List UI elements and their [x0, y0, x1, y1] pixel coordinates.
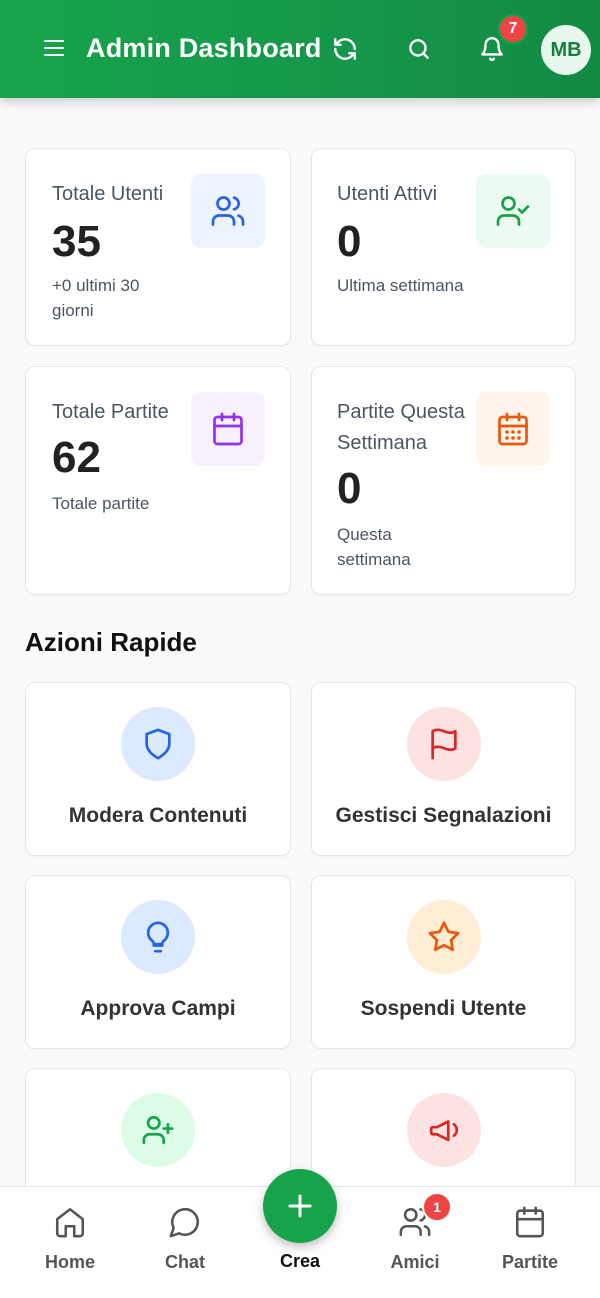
stat-sub: Totale partite	[52, 494, 150, 513]
stat-sub: +0 ultimi 30 giorni	[52, 276, 140, 320]
stat-label: Totale Partite	[52, 401, 169, 423]
stat-sub: Questa settimana	[337, 525, 411, 569]
shield-icon	[121, 707, 195, 781]
calendar-icon	[191, 392, 265, 466]
action-approve-fields[interactable]: Approva Campi	[25, 875, 291, 1049]
stat-value: 35	[52, 217, 101, 266]
stat-card-weekly-matches: Partite Questa Settimana 0 Questa settim…	[311, 366, 576, 595]
stat-sub: Ultima settimana	[337, 276, 464, 295]
create-button[interactable]	[263, 1169, 337, 1243]
stat-label: Utenti Attivi	[337, 183, 438, 205]
action-label: Modera Contenuti	[68, 804, 248, 827]
calendar-icon	[515, 1206, 545, 1238]
page-title: Admin Dashboard	[86, 33, 322, 63]
home-icon	[55, 1207, 85, 1238]
action-label: Gestisci Segnalazioni	[335, 804, 552, 827]
stat-label: Partite Questa Settimana	[337, 401, 465, 454]
refresh-icon[interactable]	[332, 36, 358, 62]
user-check-icon	[476, 174, 550, 248]
nav-home[interactable]: Home	[15, 1205, 125, 1273]
nav-friends[interactable]: Amici	[360, 1205, 470, 1273]
action-label: Sospendi Utente	[360, 997, 527, 1020]
plus-icon	[288, 1194, 312, 1218]
notification-badge: 7	[498, 14, 528, 44]
friends-badge: 1	[422, 1192, 452, 1222]
users-icon	[191, 174, 265, 248]
nav-matches[interactable]: Partite	[475, 1205, 585, 1273]
stat-value: 0	[337, 217, 362, 266]
nav-label: Home	[44, 1252, 95, 1272]
action-manage-reports[interactable]: Gestisci Segnalazioni	[311, 682, 576, 856]
app-header: Admin Dashboard 7 MB	[0, 0, 600, 98]
nav-label: Chat	[165, 1252, 205, 1272]
star-icon	[406, 900, 481, 974]
bell-icon[interactable]	[479, 36, 505, 62]
search-icon[interactable]	[406, 36, 432, 62]
stat-card-total-matches: Totale Partite 62 Totale partite	[25, 366, 291, 595]
megaphone-icon	[406, 1093, 481, 1167]
stat-card-total-users: Totale Utenti 35 +0 ultimi 30 giorni	[25, 148, 291, 346]
nav-label: Partite	[501, 1252, 559, 1272]
lightbulb-icon	[121, 900, 195, 974]
calendar-days-icon	[476, 392, 550, 466]
stat-value: 0	[337, 464, 362, 513]
chat-icon	[169, 1207, 200, 1238]
section-title-quick-actions: Azioni Rapide	[25, 627, 197, 657]
action-moderate-content[interactable]: Modera Contenuti	[25, 682, 291, 856]
stat-value: 62	[52, 433, 101, 482]
action-label: Approva Campi	[80, 997, 236, 1020]
avatar[interactable]: MB	[541, 25, 591, 75]
nav-label: Amici	[390, 1252, 440, 1272]
create-label: Crea	[279, 1251, 321, 1271]
stat-card-active-users: Utenti Attivi 0 Ultima settimana	[311, 148, 576, 346]
stat-label: Totale Utenti	[52, 183, 164, 205]
user-plus-icon	[121, 1093, 195, 1167]
flag-icon	[406, 707, 481, 781]
menu-icon[interactable]	[44, 40, 64, 58]
nav-chat[interactable]: Chat	[130, 1205, 240, 1273]
action-suspend-user[interactable]: Sospendi Utente	[311, 875, 576, 1049]
